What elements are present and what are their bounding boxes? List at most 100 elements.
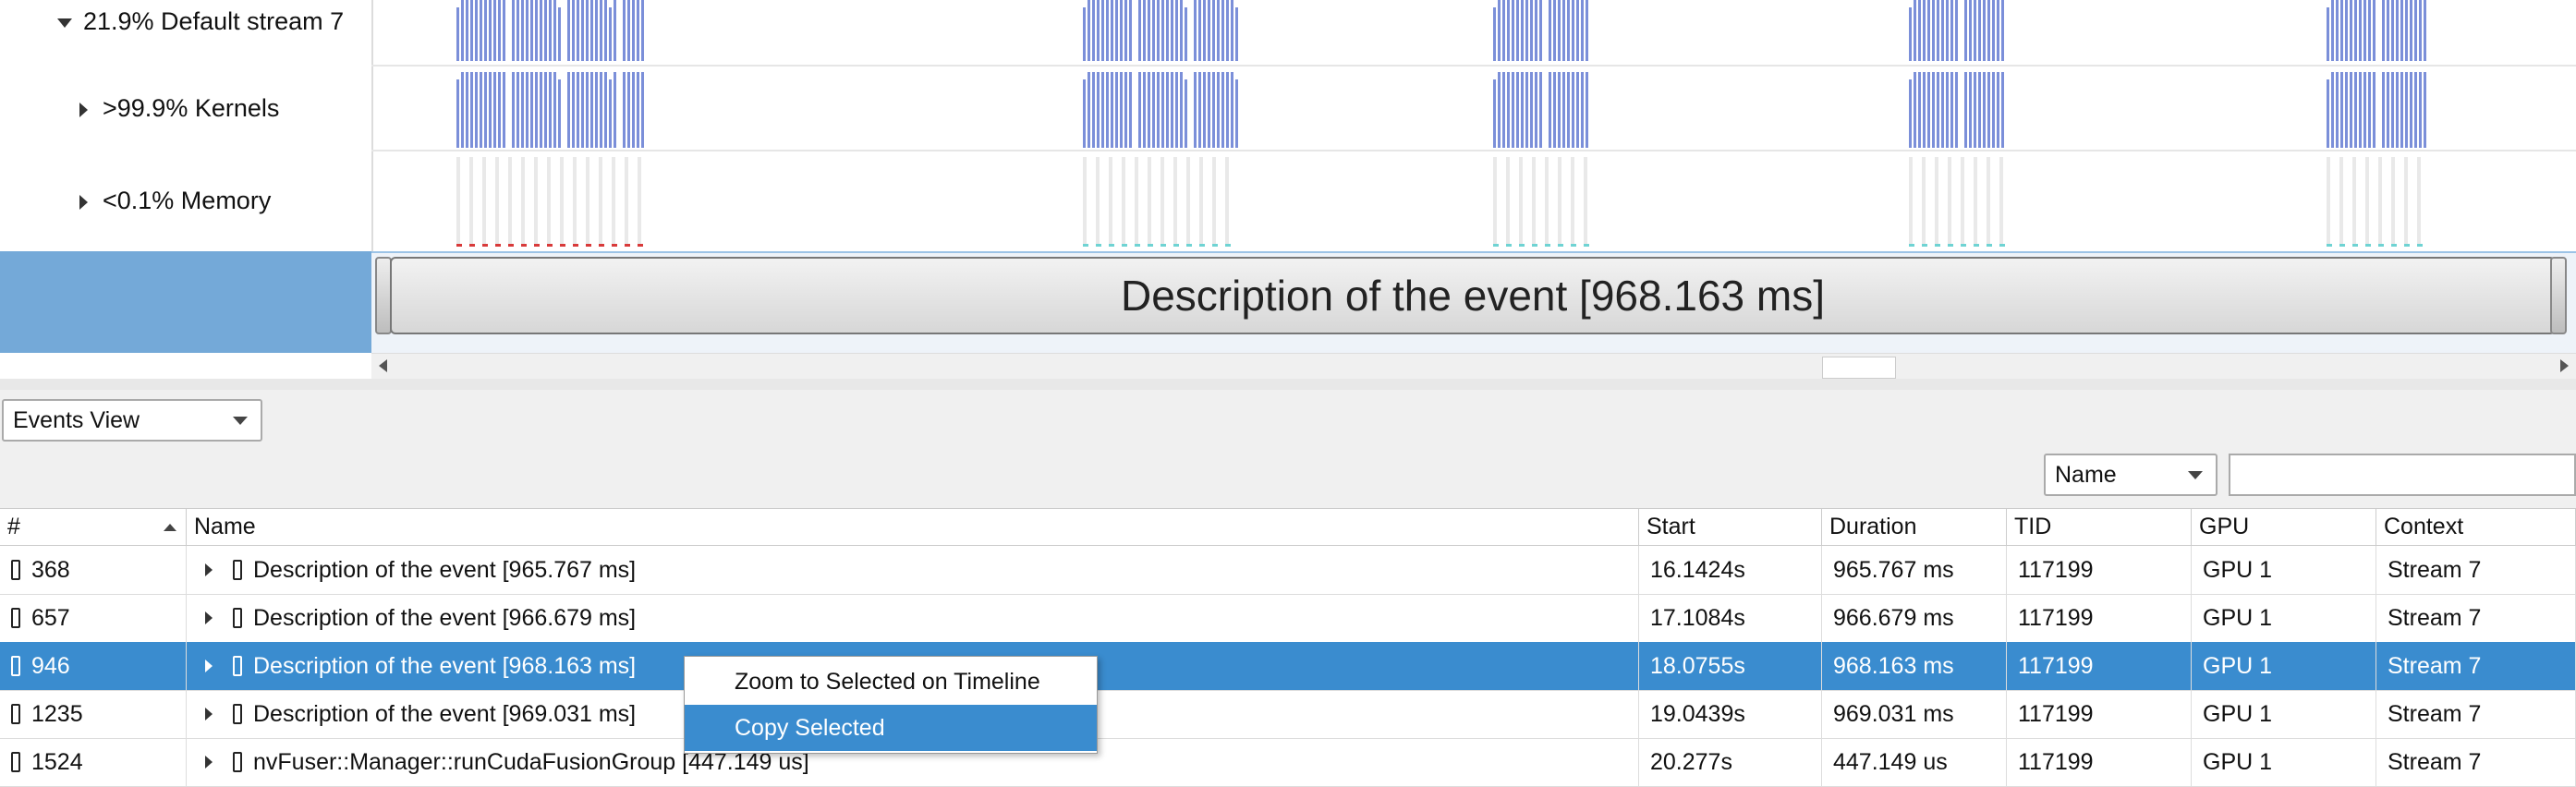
expand-arrow-icon[interactable] xyxy=(205,756,213,769)
menu-item-zoom-to-selected[interactable]: Zoom to Selected on Timeline xyxy=(685,659,1097,705)
column-header-gpu[interactable]: GPU xyxy=(2192,509,2376,546)
row-marker-icon[interactable] xyxy=(11,752,20,772)
scroll-right-icon[interactable] xyxy=(2560,359,2569,372)
kernel-activity-bar xyxy=(1143,72,1146,148)
kernel-activity-bar xyxy=(1120,0,1123,61)
cell-text: Description of the event [966.679 ms] xyxy=(253,604,637,631)
cell-text: 1524 xyxy=(31,748,83,775)
tree-row-default-stream[interactable]: 21.9% Default stream 7 xyxy=(57,7,344,36)
memory-activity-bar xyxy=(560,157,564,246)
column-header-context[interactable]: Context xyxy=(2376,509,2576,546)
kernel-activity-bar xyxy=(1106,0,1109,61)
expand-arrow-icon[interactable] xyxy=(79,102,88,117)
cell-context: Stream 7 xyxy=(2376,690,2576,738)
kernel-activity-bar xyxy=(2001,72,2004,148)
menu-item-copy-selected[interactable]: Copy Selected xyxy=(685,705,1097,751)
expand-arrow-icon[interactable] xyxy=(205,563,213,576)
kernel-activity-bar xyxy=(2396,0,2399,61)
cell-text: Stream 7 xyxy=(2388,556,2482,583)
kernel-activity-bar xyxy=(558,79,561,148)
kernel-activity-bar xyxy=(480,72,482,148)
kernel-activity-bar xyxy=(1516,0,1519,61)
kernel-activity-bar xyxy=(1955,72,1958,148)
memory-activity-bar xyxy=(2404,157,2408,246)
memory-transfer-tick xyxy=(469,244,475,247)
kernel-activity-bar xyxy=(1946,0,1949,61)
expand-arrow-icon[interactable] xyxy=(205,708,213,720)
kernel-activity-bar xyxy=(2350,0,2352,61)
table-row[interactable]: 368 Description of the event [965.767 ms]… xyxy=(0,546,2576,595)
kernel-activity-bar xyxy=(2400,72,2403,148)
kernel-activity-bar xyxy=(461,0,464,61)
kernel-activity-bar xyxy=(1148,72,1150,148)
memory-activity-bar xyxy=(508,157,512,246)
table-row[interactable]: 946 Description of the event [968.163 ms]… xyxy=(0,642,2576,691)
memory-transfer-tick xyxy=(1999,244,2005,247)
kernel-activity-bar xyxy=(595,72,598,148)
memory-activity-bar xyxy=(573,157,577,246)
kernel-activity-bar xyxy=(1498,0,1501,61)
column-header-duration[interactable]: Duration xyxy=(1822,509,2007,546)
selected-event-bar[interactable]: Description of the event [968.163 ms] xyxy=(390,257,2556,334)
kernel-activity-bar xyxy=(609,7,612,61)
filter-field-dropdown[interactable]: Name xyxy=(2044,454,2218,496)
kernel-activity-bar xyxy=(2350,72,2352,148)
cell-text: 969.031 ms xyxy=(1833,700,1954,727)
expand-arrow-icon[interactable] xyxy=(205,660,213,672)
memory-activity-bar xyxy=(521,157,525,246)
kernel-activity-bar xyxy=(1175,72,1178,148)
kernel-activity-bar xyxy=(461,72,464,148)
kernel-activity-bar xyxy=(1124,0,1127,61)
scroll-thumb[interactable] xyxy=(1822,357,1896,379)
table-row[interactable]: 657 Description of the event [966.679 ms]… xyxy=(0,594,2576,643)
kernel-activity-bar xyxy=(2424,0,2426,61)
cell-name: Description of the event [965.767 ms] xyxy=(187,546,1639,594)
kernel-activity-bar xyxy=(2331,0,2334,61)
memory-transfer-tick xyxy=(1948,244,1953,247)
kernel-activity-bar xyxy=(2391,72,2394,148)
kernel-activity-bar xyxy=(586,72,589,148)
kernel-activity-bar xyxy=(503,72,505,148)
timeline-tracks[interactable] xyxy=(371,0,2576,251)
memory-activity-bar xyxy=(1173,157,1177,246)
memory-activity-bar xyxy=(1922,157,1926,246)
memory-transfer-tick xyxy=(1571,244,1576,247)
kernel-activity-bar xyxy=(1161,72,1164,148)
timeline-horizontal-scrollbar[interactable] xyxy=(371,353,2576,380)
kernel-activity-bar xyxy=(1983,0,1986,61)
row-marker-icon[interactable] xyxy=(11,704,20,724)
column-header-number[interactable]: # xyxy=(0,509,187,546)
memory-activity-bar xyxy=(456,157,460,246)
memory-activity-bar xyxy=(534,157,538,246)
expand-arrow-icon[interactable] xyxy=(79,194,88,210)
tree-row-memory[interactable]: <0.1% Memory xyxy=(79,187,271,215)
memory-activity-bar xyxy=(2365,157,2369,246)
kernel-activity-bar xyxy=(470,0,473,61)
kernel-activity-bar xyxy=(590,0,593,61)
search-input[interactable] xyxy=(2229,454,2576,496)
memory-transfer-tick xyxy=(1935,244,1940,247)
view-selector-dropdown[interactable]: Events View xyxy=(2,399,262,442)
cell-text: Stream 7 xyxy=(2388,700,2482,727)
kernel-activity-bar xyxy=(466,0,468,61)
kernel-activity-bar xyxy=(637,0,639,61)
column-header-tid[interactable]: TID xyxy=(2007,509,2192,546)
cell-text: 117199 xyxy=(2018,556,2094,583)
table-row[interactable]: 1235 Description of the event [969.031 ms… xyxy=(0,690,2576,739)
column-header-name[interactable]: Name xyxy=(187,509,1639,546)
scroll-left-icon[interactable] xyxy=(379,359,387,372)
row-marker-icon[interactable] xyxy=(11,608,20,628)
collapse-arrow-icon[interactable] xyxy=(57,18,72,28)
expand-arrow-icon[interactable] xyxy=(205,611,213,624)
event-right-handle[interactable] xyxy=(2550,257,2567,334)
column-header-start[interactable]: Start xyxy=(1639,509,1822,546)
cell-context: Stream 7 xyxy=(2376,546,2576,594)
cell-text: 117199 xyxy=(2018,652,2094,679)
kernel-activity-bar xyxy=(2363,72,2366,148)
row-marker-icon[interactable] xyxy=(11,560,20,580)
kernel-activity-bar xyxy=(1974,72,1976,148)
kernel-activity-bar xyxy=(1083,79,1086,148)
table-row[interactable]: 1524 nvFuser::Manager::runCudaFusionGroup… xyxy=(0,738,2576,787)
tree-row-kernels[interactable]: >99.9% Kernels xyxy=(79,94,279,123)
row-marker-icon[interactable] xyxy=(11,656,20,676)
